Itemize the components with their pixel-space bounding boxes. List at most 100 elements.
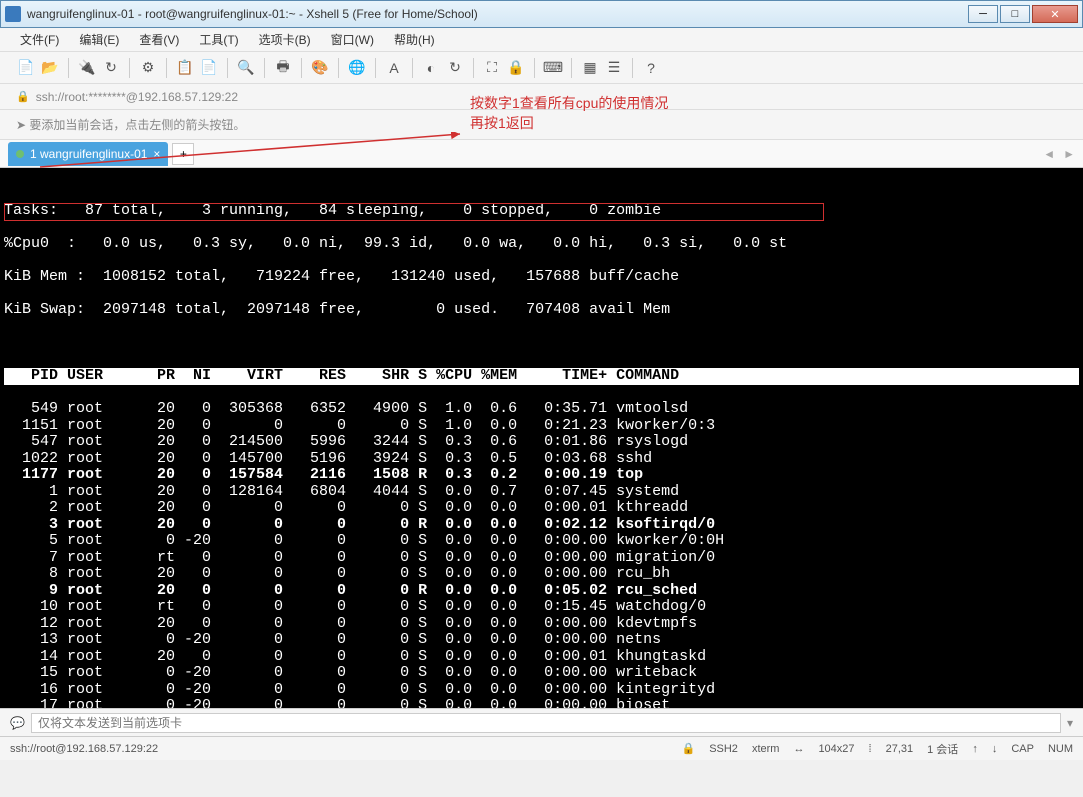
status-size-icon: ↔ [793, 743, 804, 755]
compose-bar: 💬 ▾ [0, 708, 1083, 736]
window-titlebar: wangruifenglinux-01 - root@wangruifengli… [0, 0, 1083, 28]
menu-tabs[interactable]: 选项卡(B) [255, 29, 315, 50]
terminal[interactable]: Tasks: 87 total, 3 running, 84 sleeping,… [0, 168, 1083, 708]
close-button[interactable]: ✕ [1032, 5, 1078, 23]
process-row: 5 root 0 -20 0 0 0 S 0.0 0.0 0:00.00 kwo… [4, 533, 1079, 550]
globe-icon[interactable]: 🌐 [347, 58, 367, 78]
help-icon[interactable]: ? [641, 58, 661, 78]
process-row: 547 root 20 0 214500 5996 3244 S 0.3 0.6… [4, 434, 1079, 451]
reconnect-icon[interactable]: ↻ [101, 58, 121, 78]
tab-label: 1 wangruifenglinux-01 [30, 147, 147, 161]
minimize-button[interactable]: ─ [968, 5, 998, 23]
process-row: 1177 root 20 0 157584 2116 1508 R 0.3 0.… [4, 467, 1079, 484]
tab-prev-icon[interactable]: ◄ [1043, 147, 1055, 161]
separator [264, 58, 265, 78]
window-controls: ─ □ ✕ [968, 5, 1078, 23]
process-row: 12 root 20 0 0 0 0 S 0.0 0.0 0:00.00 kde… [4, 616, 1079, 633]
tab-nav: ◄ ► [1043, 147, 1075, 161]
lock-icon: 🔒 [16, 90, 30, 103]
process-row: 16 root 0 -20 0 0 0 S 0.0 0.0 0:00.00 ki… [4, 682, 1079, 699]
blank-line [4, 335, 1079, 352]
menu-window[interactable]: 窗口(W) [327, 29, 378, 50]
separator [227, 58, 228, 78]
process-row: 9 root 20 0 0 0 0 R 0.0 0.0 0:05.02 rcu_… [4, 583, 1079, 600]
process-header: PID USER PR NI VIRT RES SHR S %CPU %MEM … [4, 368, 1079, 385]
font-icon[interactable]: A [384, 58, 404, 78]
open-icon[interactable]: 📂 [40, 58, 60, 78]
status-sessions: 1 会话 [927, 741, 958, 757]
status-size: 104x27 [818, 743, 854, 755]
compose-input[interactable] [31, 713, 1061, 733]
separator [68, 58, 69, 78]
toolbar: 📄 📂 🔌 ↻ ⚙ 📋 📄 🔍 🖶 🎨 🌐 A ◐ ↻ ⛶ 🔒 ⌨ ▦ ☰ ? [0, 52, 1083, 84]
menu-tools[interactable]: 工具(T) [195, 29, 242, 50]
session-tab[interactable]: 1 wangruifenglinux-01 × [8, 142, 168, 166]
separator [301, 58, 302, 78]
tab-close-icon[interactable]: × [153, 147, 160, 161]
paste-icon[interactable]: 📄 [199, 58, 219, 78]
layout-icon[interactable]: ▦ [580, 58, 600, 78]
color-icon[interactable]: 🎨 [310, 58, 330, 78]
copy-icon[interactable]: 📋 [175, 58, 195, 78]
cpu-line: %Cpu0 : 0.0 us, 0.3 sy, 0.0 ni, 99.3 id,… [4, 236, 1079, 253]
list-icon[interactable]: ☰ [604, 58, 624, 78]
separator [375, 58, 376, 78]
compose-icon[interactable]: 💬 [10, 716, 25, 730]
status-pos: 27,31 [886, 743, 914, 755]
status-pos-icon: ⁞ [869, 743, 872, 755]
maximize-button[interactable]: □ [1000, 5, 1030, 23]
menu-file[interactable]: 文件(F) [16, 29, 63, 50]
swap-line: KiB Swap: 2097148 total, 2097148 free, 0… [4, 302, 1079, 319]
status-ssh: ssh://root@192.168.57.129:22 [10, 743, 158, 755]
process-row: 10 root rt 0 0 0 0 S 0.0 0.0 0:15.45 wat… [4, 599, 1079, 616]
status-num: NUM [1048, 743, 1073, 755]
tab-next-icon[interactable]: ► [1063, 147, 1075, 161]
find-icon[interactable]: 🔍 [236, 58, 256, 78]
process-row: 549 root 20 0 305368 6352 4900 S 1.0 0.6… [4, 401, 1079, 418]
connect-icon[interactable]: 🔌 [77, 58, 97, 78]
annotation-line2: 再按1返回 [470, 114, 668, 134]
menu-view[interactable]: 查看(V) [135, 29, 183, 50]
separator [412, 58, 413, 78]
mem-line: KiB Mem : 1008152 total, 719224 free, 13… [4, 269, 1079, 286]
process-row: 2 root 20 0 0 0 0 S 0.0 0.0 0:00.01 kthr… [4, 500, 1079, 517]
add-tab-button[interactable]: + [172, 143, 194, 165]
menu-edit[interactable]: 编辑(E) [75, 29, 123, 50]
refresh-icon[interactable]: ↻ [445, 58, 465, 78]
window-title: wangruifenglinux-01 - root@wangruifengli… [27, 7, 968, 21]
process-row: 7 root rt 0 0 0 0 S 0.0 0.0 0:00.00 migr… [4, 550, 1079, 567]
annotation-line1: 按数字1查看所有cpu的使用情况 [470, 94, 668, 114]
separator [473, 58, 474, 78]
keyboard-icon[interactable]: ⌨ [543, 58, 563, 78]
hint-arrow-icon[interactable]: ➤ [16, 118, 26, 132]
menubar: 文件(F) 编辑(E) 查看(V) 工具(T) 选项卡(B) 窗口(W) 帮助(… [0, 28, 1083, 52]
status-up-icon[interactable]: ↑ [972, 743, 978, 755]
new-session-icon[interactable]: 📄 [16, 58, 36, 78]
process-list: 549 root 20 0 305368 6352 4900 S 1.0 0.6… [4, 401, 1079, 708]
annotation-text: 按数字1查看所有cpu的使用情况 再按1返回 [470, 94, 668, 133]
print-icon[interactable]: 🖶 [273, 58, 293, 78]
status-term: xterm [752, 743, 780, 755]
properties-icon[interactable]: ⚙ [138, 58, 158, 78]
process-row: 13 root 0 -20 0 0 0 S 0.0 0.0 0:00.00 ne… [4, 632, 1079, 649]
separator [338, 58, 339, 78]
process-row: 8 root 20 0 0 0 0 S 0.0 0.0 0:00.00 rcu_… [4, 566, 1079, 583]
separator [534, 58, 535, 78]
separator [571, 58, 572, 78]
separator [129, 58, 130, 78]
fullscreen-icon[interactable]: ⛶ [482, 58, 502, 78]
tab-bar: 按数字1查看所有cpu的使用情况 再按1返回 1 wangruifenglinu… [0, 140, 1083, 168]
status-lock-icon: 🔒 [681, 742, 695, 755]
app-icon [5, 6, 21, 22]
status-down-icon[interactable]: ↓ [992, 743, 998, 755]
status-cap: CAP [1011, 743, 1034, 755]
lock-icon[interactable]: 🔒 [506, 58, 526, 78]
script-icon[interactable]: ◐ [421, 58, 441, 78]
compose-menu-icon[interactable]: ▾ [1067, 716, 1073, 730]
status-bar: ssh://root@192.168.57.129:22 🔒 SSH2 xter… [0, 736, 1083, 760]
menu-help[interactable]: 帮助(H) [390, 29, 439, 50]
tasks-line: Tasks: 87 total, 3 running, 84 sleeping,… [4, 203, 1079, 220]
process-row: 1022 root 20 0 145700 5196 3924 S 0.3 0.… [4, 451, 1079, 468]
address-text[interactable]: ssh://root:********@192.168.57.129:22 [36, 90, 238, 104]
process-row: 15 root 0 -20 0 0 0 S 0.0 0.0 0:00.00 wr… [4, 665, 1079, 682]
